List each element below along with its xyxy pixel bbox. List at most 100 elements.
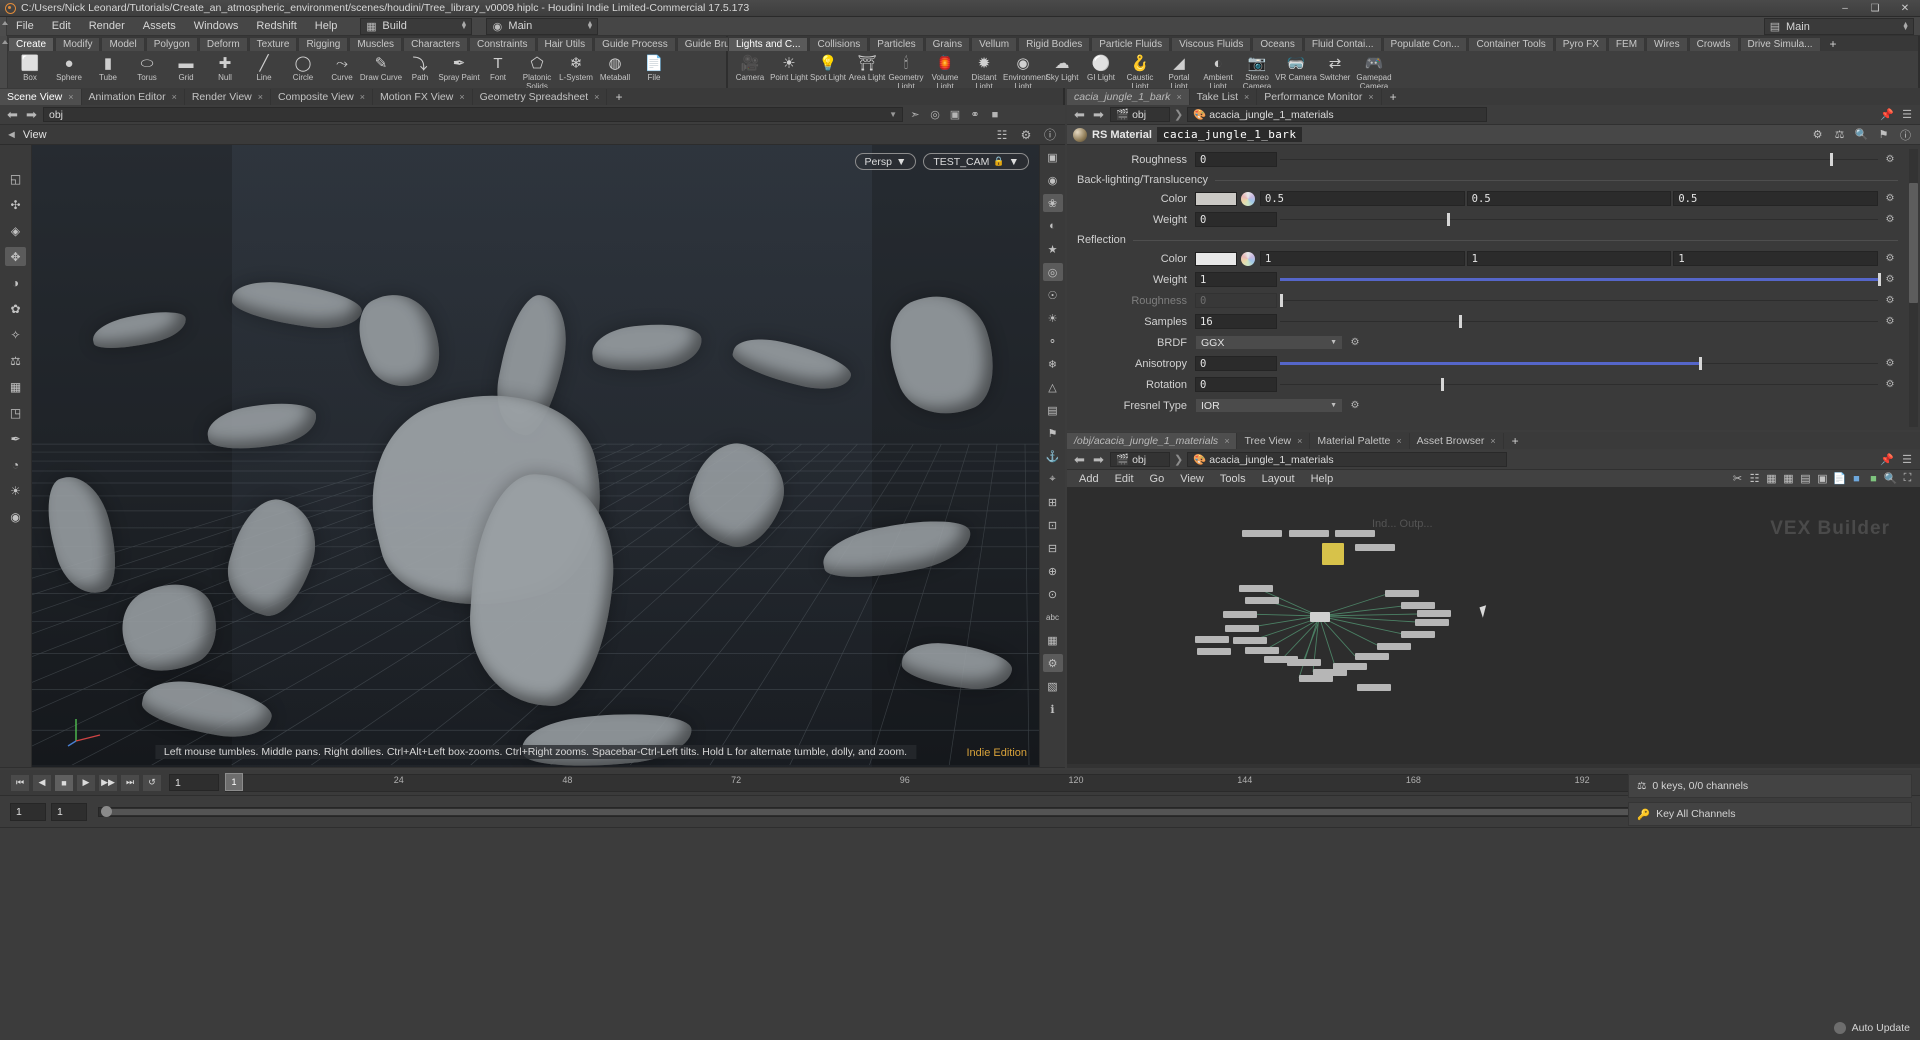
select-tool-icon[interactable]: ◱	[5, 169, 26, 188]
shelf-item-fx-1[interactable]: ☀ Point Light	[770, 53, 808, 83]
close-icon[interactable]: ×	[594, 89, 599, 105]
shelf-tab-fx-8[interactable]: Oceans	[1252, 37, 1303, 51]
parameter-value-field[interactable]: 0	[1195, 152, 1277, 167]
shelf-item-fx-12[interactable]: ◐ Ambient Light	[1199, 53, 1237, 89]
shelf-item-create-6[interactable]: ╱ Line	[245, 53, 283, 83]
multi-snap-icon[interactable]: ⊟	[1043, 539, 1063, 557]
shelf-item-create-4[interactable]: ▬ Grid	[167, 53, 205, 83]
geometry-tool-icon[interactable]: ▦	[5, 377, 26, 396]
shelf-tab-create-3[interactable]: Polygon	[145, 37, 198, 51]
network-node[interactable]	[1233, 637, 1267, 644]
shelf-tab-fx-7[interactable]: Viscous Fluids	[1171, 37, 1252, 51]
network-menu-help[interactable]: Help	[1303, 470, 1342, 488]
shelf-item-create-10[interactable]: ⤵ Path	[401, 53, 439, 83]
parameter-gear-icon[interactable]: ⚙	[1882, 293, 1898, 308]
color-wheel-icon[interactable]	[1241, 191, 1255, 206]
shelf-tab-fx-12[interactable]: Pyro FX	[1554, 37, 1607, 51]
parameter-dropdown[interactable]: GGX ▼	[1195, 335, 1343, 350]
note-icon[interactable]: 📄	[1831, 471, 1848, 487]
key-channels-box[interactable]: 🔑 Key All Channels	[1628, 802, 1912, 826]
close-icon[interactable]: ×	[459, 89, 464, 105]
add-tab-button[interactable]: +	[607, 89, 630, 105]
rotate-tool-icon[interactable]: ◑	[5, 273, 26, 292]
tab-scene-5[interactable]: Geometry Spreadsheet ×	[473, 89, 608, 105]
network-node[interactable]	[1245, 597, 1279, 604]
shelf-item-fx-13[interactable]: 📷 Stereo Camera	[1238, 53, 1276, 88]
network-pin-icon[interactable]: 📌	[1879, 452, 1895, 467]
shelf-item-fx-6[interactable]: ✹ Distant Light	[965, 53, 1003, 88]
parameter-slider[interactable]	[1280, 212, 1878, 227]
palette-icon[interactable]: ■	[1865, 471, 1882, 487]
shelf-item-fx-5[interactable]: 🏮 Volume Light	[926, 53, 964, 88]
parameter-slider[interactable]	[1280, 377, 1878, 392]
range-start-field[interactable]: 1	[10, 802, 46, 821]
slider-thumb[interactable]	[1459, 315, 1463, 328]
frame-range-handle-start[interactable]	[101, 805, 112, 817]
network-node[interactable]	[1417, 610, 1451, 617]
network-node[interactable]	[1223, 611, 1257, 618]
network-menu-view[interactable]: View	[1172, 470, 1212, 488]
close-icon[interactable]: ×	[1224, 433, 1229, 449]
parameter-value-field[interactable]: 0	[1195, 377, 1277, 392]
param-forward-icon[interactable]: ➡	[1091, 107, 1106, 122]
close-icon[interactable]: ×	[1396, 433, 1401, 449]
parameter-slider[interactable]	[1280, 314, 1878, 329]
viewport-collapse-icon[interactable]: ◄	[6, 129, 17, 141]
headlight-icon[interactable]: ☉	[1043, 286, 1063, 304]
parameter-gear-icon[interactable]: ⚙	[1347, 398, 1363, 413]
color-channel-field-1[interactable]: 0.5	[1466, 191, 1672, 206]
abc-icon[interactable]: abc	[1043, 608, 1063, 626]
right-desktop-spinner-icon[interactable]: ▲ ▼	[1902, 21, 1909, 32]
network-forward-icon[interactable]: ➡	[1091, 452, 1106, 467]
shelf-item-fx-4[interactable]: 🕯 Geometry Light	[887, 53, 925, 89]
layout-icon[interactable]: ▧	[1043, 677, 1063, 695]
skip-end-button[interactable]: ⏭	[120, 773, 140, 792]
frame-range-slider[interactable]	[98, 805, 1698, 817]
menu-render[interactable]: Render	[80, 17, 134, 36]
view-tool-icon[interactable]: ◈	[5, 221, 26, 240]
lights-icon[interactable]: ◎	[1042, 263, 1063, 281]
slider-thumb[interactable]	[1280, 294, 1283, 307]
grid-icon[interactable]: ▦	[1763, 471, 1780, 487]
text-icon[interactable]: ⚓	[1043, 447, 1063, 465]
help-icon[interactable]: ⚙	[1042, 654, 1063, 672]
camera-selector[interactable]: TEST_CAM 🔒 ▼	[923, 153, 1029, 170]
tab-scene-3[interactable]: Composite View ×	[271, 89, 373, 105]
shelf-tab-fx-4[interactable]: Vellum	[971, 37, 1018, 51]
handle-tool-icon[interactable]: ✣	[5, 195, 26, 214]
shelf-tab-fx-1[interactable]: Collisions	[809, 37, 869, 51]
shelf-tab-create-4[interactable]: Deform	[198, 37, 248, 51]
maximize-button[interactable]: ❑	[1860, 0, 1890, 17]
parameter-value-field[interactable]: 16	[1195, 314, 1277, 329]
color-channel-field-0[interactable]: 0.5	[1260, 191, 1465, 206]
param-path-node-field[interactable]: 🎬 obj	[1110, 107, 1170, 122]
menu-redshift[interactable]: Redshift	[247, 17, 305, 36]
parameter-value-field[interactable]: 0	[1195, 212, 1277, 227]
tab-network-2[interactable]: Material Palette ×	[1310, 433, 1410, 449]
slider-thumb[interactable]	[1830, 153, 1834, 166]
shelf-tab-fx-9[interactable]: Fluid Contai...	[1303, 37, 1382, 51]
timeline-playhead[interactable]: 1	[225, 772, 243, 791]
menu-edit[interactable]: Edit	[43, 17, 80, 36]
parameter-slider[interactable]	[1280, 152, 1878, 167]
shelf-tab-fx-11[interactable]: Container Tools	[1468, 37, 1554, 51]
shelf-item-create-2[interactable]: ▮ Tube	[89, 53, 127, 83]
desktop-selector[interactable]: ◉ Main ▲ ▼	[486, 17, 599, 35]
close-icon[interactable]: ×	[1297, 433, 1302, 449]
shelf-item-fx-7[interactable]: ◉ Environment Light	[1003, 53, 1048, 88]
grid-snap-icon[interactable]: ⊞	[1043, 493, 1063, 511]
network-node[interactable]	[1401, 602, 1435, 609]
material-name-field[interactable]: cacia_jungle_1_bark	[1156, 127, 1303, 142]
search-icon[interactable]: 🔍	[1882, 471, 1899, 487]
pin-icon[interactable]: ➣	[907, 107, 923, 122]
tab-material-0[interactable]: cacia_jungle_1_bark ×	[1067, 89, 1190, 105]
network-node[interactable]	[1287, 659, 1321, 666]
network-node[interactable]	[1197, 648, 1231, 655]
network-menu-icon[interactable]: ☰	[1899, 452, 1915, 467]
perspective-selector[interactable]: Persp ▼	[854, 153, 917, 170]
list-icon[interactable]: ☷	[1746, 471, 1763, 487]
add-tab-button[interactable]: +	[1504, 433, 1527, 449]
network-node[interactable]	[1385, 590, 1419, 597]
texture-icon[interactable]: ▤	[1043, 401, 1063, 419]
shelf-tab-fx-13[interactable]: FEM	[1607, 37, 1646, 51]
